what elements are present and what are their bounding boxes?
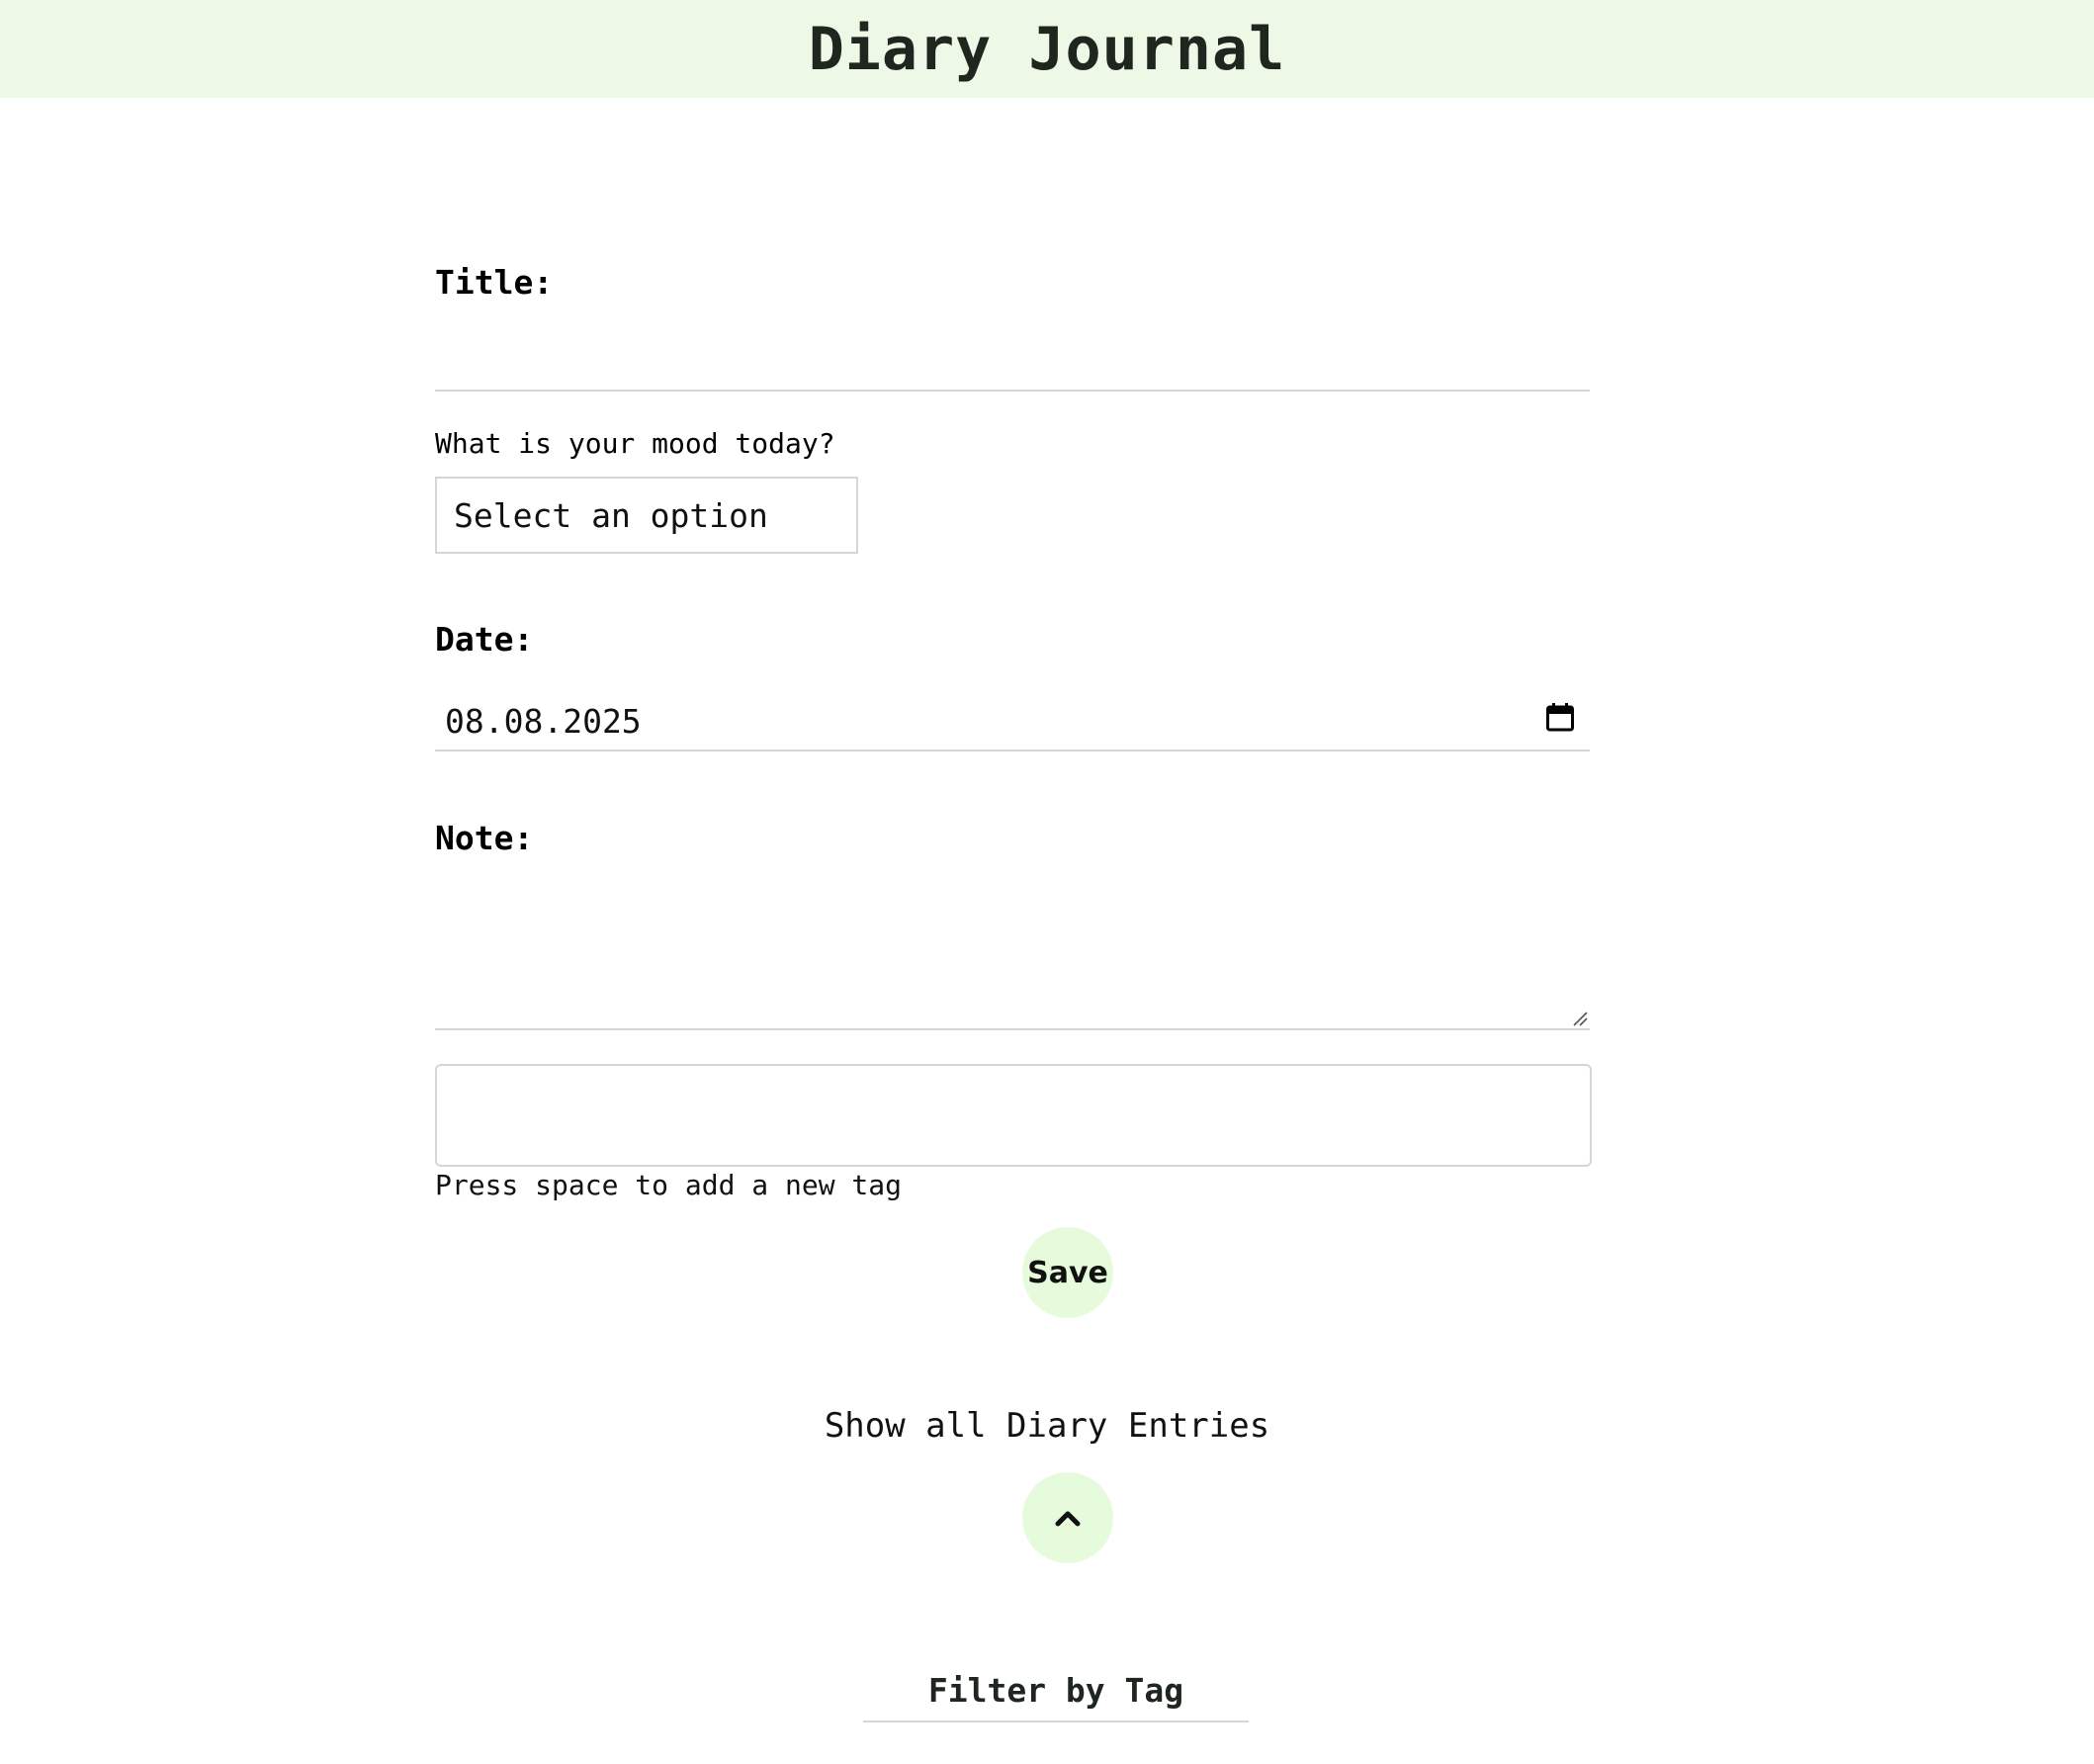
save-button-label: Save bbox=[1027, 1255, 1108, 1290]
filter-by-tag-input[interactable]: Filter by Tag bbox=[863, 1671, 1249, 1722]
save-button[interactable]: Save bbox=[1022, 1227, 1113, 1318]
note-label: Note: bbox=[435, 819, 534, 857]
mood-label: What is your mood today? bbox=[435, 427, 835, 460]
calendar-icon[interactable] bbox=[1546, 702, 1574, 732]
toggle-entries-button[interactable] bbox=[1022, 1472, 1113, 1563]
mood-select[interactable]: Select an option bbox=[435, 477, 858, 554]
app-header: Diary Journal bbox=[0, 0, 2094, 98]
show-all-entries-heading: Show all Diary Entries bbox=[824, 1406, 1270, 1446]
date-input[interactable]: 08.08.2025 bbox=[435, 692, 1590, 751]
title-label: Title: bbox=[435, 263, 554, 302]
resize-handle-icon[interactable] bbox=[1572, 1011, 1588, 1026]
date-label: Date: bbox=[435, 620, 534, 659]
mood-select-value: Select an option bbox=[454, 495, 768, 535]
date-value: 08.08.2025 bbox=[445, 702, 642, 741]
chevron-up-icon bbox=[1055, 1511, 1081, 1527]
tag-input[interactable] bbox=[435, 1064, 1592, 1167]
title-input[interactable] bbox=[435, 326, 1590, 392]
tag-hint: Press space to add a new tag bbox=[435, 1169, 903, 1201]
note-textarea[interactable] bbox=[435, 870, 1590, 1030]
app-title: Diary Journal bbox=[808, 14, 1286, 84]
filter-by-tag-label: Filter by Tag bbox=[927, 1671, 1184, 1710]
